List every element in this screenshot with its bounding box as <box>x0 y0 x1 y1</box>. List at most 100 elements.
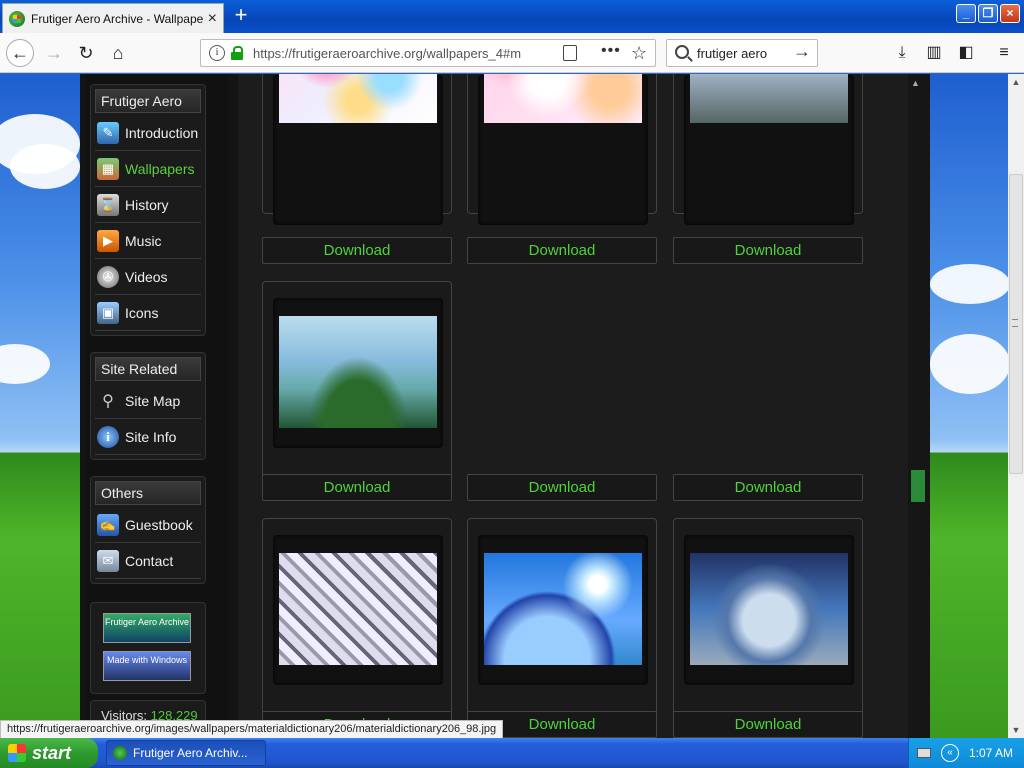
guestbook-icon: ✍ <box>97 513 119 536</box>
wallpaper-card <box>262 281 452 491</box>
download-button[interactable]: Download <box>673 711 863 738</box>
download-button[interactable]: Download <box>467 237 657 264</box>
nav-section-heading: Site Related <box>95 357 201 381</box>
wallpaper-gallery: Download Download Download Download Down… <box>238 74 908 738</box>
download-button[interactable]: Download <box>673 474 863 501</box>
system-tray: « 1:07 AM <box>908 738 1024 768</box>
wallpaper-thumbnail[interactable] <box>484 74 642 123</box>
sidebar-item-site-map[interactable]: ⚲ Site Map <box>95 383 201 419</box>
page-viewport: Frutiger Aero ✎ Introduction ▦ Wallpaper… <box>0 74 1008 738</box>
icons-icon: ▣ <box>97 301 119 324</box>
sidebar-item-label: Music <box>125 232 162 249</box>
wallpaper-thumbnail[interactable] <box>484 553 642 665</box>
browser-app-icon <box>113 746 127 760</box>
download-button[interactable]: Download <box>262 237 452 264</box>
keyboard-icon[interactable] <box>917 748 931 758</box>
sidebar-item-history[interactable]: ⌛ History <box>95 187 201 223</box>
home-button[interactable]: ⌂ <box>104 39 132 67</box>
url-bar[interactable]: i https://frutigeraeroarchive.org/wallpa… <box>200 39 656 67</box>
sidebar-item-contact[interactable]: ✉ Contact <box>95 543 201 579</box>
thumbnail-frame <box>273 535 443 685</box>
wallpaper-thumbnail[interactable] <box>690 553 848 665</box>
download-button[interactable]: Download <box>467 474 657 501</box>
search-go-icon[interactable]: → <box>793 41 811 62</box>
videos-icon: ✇ <box>97 265 119 288</box>
thumbnail-frame <box>478 74 648 225</box>
reader-view-icon[interactable] <box>563 45 577 61</box>
sidebar-item-label: Contact <box>125 552 174 569</box>
thumbnail-frame <box>478 535 648 685</box>
wallpaper-thumbnail[interactable] <box>279 553 437 665</box>
search-input[interactable]: frutiger aero <box>697 46 767 61</box>
sidebar-item-music[interactable]: ▶ Music <box>95 223 201 259</box>
contact-icon: ✉ <box>97 549 119 572</box>
cloud-decoration <box>930 334 1008 394</box>
bookmark-star-icon[interactable]: ☆ <box>631 43 647 64</box>
sidebar-item-introduction[interactable]: ✎ Introduction <box>95 115 201 151</box>
wallpaper-card <box>262 74 452 225</box>
gallery-scroll-thumb[interactable] <box>911 470 925 502</box>
sidebar-toggle-icon[interactable]: ◧ <box>954 41 978 65</box>
scroll-down-arrow-icon[interactable]: ▼ <box>1008 722 1024 738</box>
nav-section-heading: Frutiger Aero <box>95 89 201 113</box>
sitemap-icon: ⚲ <box>102 392 114 410</box>
wallpaper-card <box>467 74 657 225</box>
wallpapers-icon: ▦ <box>97 157 119 180</box>
url-text[interactable]: https://frutigeraeroarchive.org/wallpape… <box>253 46 553 61</box>
scroll-up-arrow-icon[interactable]: ▲ <box>911 78 920 88</box>
sidebar-item-label: Icons <box>125 304 159 321</box>
taskbar-item-browser[interactable]: Frutiger Aero Archiv... <box>106 740 266 766</box>
introduction-icon: ✎ <box>97 121 119 144</box>
library-icon[interactable]: ▥ <box>922 41 946 65</box>
sidebar-item-label: Site Info <box>125 428 177 445</box>
sidebar-item-videos[interactable]: ✇ Videos <box>95 259 201 295</box>
sidebar-item-label: Videos <box>125 268 168 285</box>
sidebar-item-guestbook[interactable]: ✍ Guestbook <box>95 507 201 543</box>
browser-tab[interactable]: Frutiger Aero Archive - Wallpapers × <box>2 3 224 33</box>
sidebar-item-wallpapers[interactable]: ▦ Wallpapers <box>95 151 201 187</box>
tray-expand-icon[interactable]: « <box>941 744 959 762</box>
scroll-up-arrow-icon[interactable]: ▲ <box>1008 74 1024 90</box>
windows-badge[interactable]: Made with Windows <box>103 651 191 681</box>
page-actions-icon[interactable]: ••• <box>601 42 621 60</box>
restore-button[interactable]: ❐ <box>978 4 998 23</box>
windows-flag-icon <box>8 744 26 762</box>
status-bar-url: https://frutigeraeroarchive.org/images/w… <box>0 720 504 739</box>
browser-navbar: ← → ↻ ⌂ i https://frutigeraeroarchive.or… <box>0 33 1024 73</box>
download-button[interactable]: Download <box>262 474 452 501</box>
wallpaper-thumbnail[interactable] <box>690 74 848 123</box>
tab-close-icon[interactable]: × <box>208 10 217 28</box>
gallery-scrollbar[interactable]: ▲ <box>908 74 930 738</box>
badges-box: Frutiger Aero Archive Made with Windows <box>90 602 206 694</box>
downloads-icon[interactable]: ⤓ <box>890 41 914 65</box>
nav-section-heading: Others <box>95 481 201 505</box>
site-favicon-icon <box>9 10 25 27</box>
sidebar-item-icons[interactable]: ▣ Icons <box>95 295 201 331</box>
archive-badge[interactable]: Frutiger Aero Archive <box>103 613 191 643</box>
sidebar-item-label: Introduction <box>125 124 199 141</box>
menu-icon[interactable]: ≡ <box>992 41 1016 65</box>
forward-button[interactable]: → <box>40 39 68 67</box>
wallpaper-card <box>673 74 863 225</box>
tray-clock[interactable]: 1:07 AM <box>969 746 1013 760</box>
wallpaper-card <box>673 518 863 728</box>
new-tab-button[interactable]: + <box>230 4 252 27</box>
minimize-button[interactable]: _ <box>956 4 976 23</box>
page-scrollbar[interactable]: ▲ ▼ <box>1008 74 1024 738</box>
music-icon: ▶ <box>97 229 119 252</box>
wallpaper-thumbnail[interactable] <box>279 316 437 428</box>
cloud-decoration <box>0 344 50 384</box>
download-button[interactable]: Download <box>673 237 863 264</box>
site-info-icon[interactable]: i <box>209 45 225 61</box>
search-bar[interactable]: frutiger aero → <box>666 39 818 67</box>
taskbar-item-label: Frutiger Aero Archiv... <box>133 746 248 760</box>
window-close-button[interactable]: × <box>1000 4 1020 23</box>
sidebar-item-label: Site Map <box>125 392 181 409</box>
thumbnail-frame <box>684 535 854 685</box>
reload-button[interactable]: ↻ <box>72 39 100 67</box>
browser-titlebar: Frutiger Aero Archive - Wallpapers × + _… <box>0 0 1024 33</box>
start-button[interactable]: start <box>0 738 98 768</box>
wallpaper-thumbnail[interactable] <box>279 74 437 123</box>
back-button[interactable]: ← <box>6 39 34 67</box>
sidebar-item-site-info[interactable]: i Site Info <box>95 419 201 455</box>
